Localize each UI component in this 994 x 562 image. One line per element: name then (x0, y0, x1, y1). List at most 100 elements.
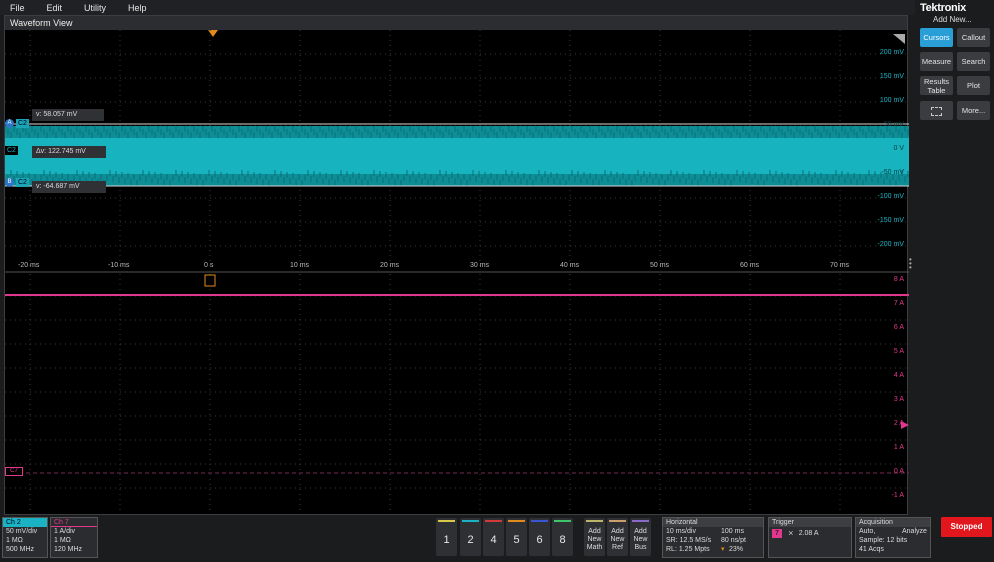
time-per-point: 80 ns/pt (721, 537, 746, 544)
add-math-label-1: Add (588, 528, 601, 535)
horizontal-duration: 100 ms (721, 528, 744, 535)
channel-4-label: 4 (490, 534, 497, 546)
results-table-label-2: Table (927, 86, 946, 95)
add-ref-label-3: Ref (612, 544, 623, 551)
x-label: 60 ms (740, 262, 760, 269)
y-label: -200 mV (877, 241, 904, 248)
y-label: 1 A (893, 444, 904, 451)
ch7-ground-tag[interactable]: C7 (5, 467, 23, 476)
ch2-ground-tag[interactable]: C2 (5, 146, 18, 155)
channel-6-label: 6 (536, 534, 543, 546)
x-label: 30 ms (470, 262, 490, 269)
add-bus-label-2: New (633, 536, 648, 543)
menu-bar: File Edit Utility Help (0, 0, 915, 15)
channel-2-label: 2 (467, 534, 474, 546)
search-button[interactable]: Search (957, 52, 990, 71)
add-bus-label-3: Bus (634, 544, 647, 551)
run-stop-button[interactable]: Stopped (941, 517, 992, 537)
panel-resize-handle[interactable]: • • • (909, 256, 913, 272)
callout-button[interactable]: Callout (957, 28, 990, 47)
trigger-header: Trigger (769, 518, 851, 527)
settings-bar: Ch 2 50 mV/div 1 MΩ 500 MHz Ch 7 1 A/div… (0, 515, 994, 559)
results-table-button[interactable]: Results Table (920, 76, 953, 95)
cursor-b-readout: v: -64.687 mV (32, 181, 106, 193)
acquisition-sample: Sample: 12 bits (859, 537, 908, 544)
y-label: 0 V (893, 145, 904, 152)
horizontal-header: Horizontal (663, 518, 763, 527)
zoom-corner-icon (893, 34, 905, 44)
y-label: -150 mV (877, 217, 904, 224)
y-label: -1 A (891, 492, 904, 499)
add-new-math-button[interactable]: Add New Math (584, 518, 605, 556)
cursor-b-channel-tag: C2 (16, 178, 29, 187)
x-label: 0 s (204, 262, 214, 269)
cursor-a-readout: v: 58.057 mV (32, 109, 104, 121)
x-label: 20 ms (380, 262, 400, 269)
channel-8-label: 8 (559, 534, 566, 546)
channel-6-button[interactable]: 6 (529, 518, 550, 556)
y-label: 4 A (893, 372, 904, 379)
horizontal-badge[interactable]: Horizontal 10 ms/div 100 ms SR: 12.5 MS/s… (662, 517, 764, 558)
x-label: -20 ms (18, 262, 40, 269)
y-label: -100 mV (877, 193, 904, 200)
record-length: RL: 1.25 Mpts (666, 546, 710, 553)
channel-2-button[interactable]: 2 (460, 518, 481, 556)
add-ref-label-2: New (610, 536, 625, 543)
brand-logo: Tektronix (920, 2, 966, 14)
y-label: 8 A (893, 276, 904, 283)
menu-edit[interactable]: Edit (47, 3, 63, 13)
acquisition-count: 41 Acqs (859, 546, 884, 553)
waveform-view: Waveform View 200 mV 150 mV 100 mV 50 mV… (4, 15, 909, 516)
trigger-level: 2.08 A (798, 530, 819, 537)
add-ref-label-1: Add (611, 528, 624, 535)
channel-5-label: 5 (513, 534, 520, 546)
channel-1-button[interactable]: 1 (436, 518, 457, 556)
menu-utility[interactable]: Utility (84, 3, 106, 13)
y-label: 3 A (893, 396, 904, 403)
trigger-badge[interactable]: Trigger 7 ⨯ 2.08 A (768, 517, 852, 558)
trigger-edge-icon: ⨯ (787, 530, 794, 537)
x-label: -10 ms (108, 262, 130, 269)
zoom-box-button[interactable] (920, 101, 953, 120)
right-panel: Tektronix Add New... Cursors Callout Mea… (915, 0, 994, 559)
cursor-a-channel-tag: C2 (16, 119, 29, 128)
horizontal-scale: 10 ms/div (666, 528, 696, 535)
channel-4-button[interactable]: 4 (483, 518, 504, 556)
add-new-ref-button[interactable]: Add New Ref (607, 518, 628, 556)
results-table-label-1: Results (923, 77, 949, 86)
acquisition-badge[interactable]: Acquisition Auto, Analyze Sample: 12 bits… (855, 517, 931, 558)
ch2-badge-header: Ch 2 (3, 518, 47, 527)
trigger-position-icon: ▾ (721, 546, 725, 553)
waveform-view-title: Waveform View (5, 16, 907, 30)
trigger-marker-lower (204, 274, 216, 287)
add-bus-label-1: Add (634, 528, 647, 535)
y-label: 200 mV (879, 49, 904, 56)
cursors-button[interactable]: Cursors (920, 28, 953, 47)
y-label: 7 A (893, 300, 904, 307)
acquisition-analyze: Analyze (902, 528, 927, 535)
plot-button[interactable]: Plot (957, 76, 990, 95)
ch7-bandwidth: 120 MHz (54, 546, 83, 553)
x-label: 70 ms (830, 262, 850, 269)
x-label: 40 ms (560, 262, 580, 269)
menu-file[interactable]: File (10, 3, 25, 13)
ch7-scale: 1 A/div (54, 528, 76, 535)
measure-button[interactable]: Measure (920, 52, 953, 71)
cursor-b-badge[interactable]: B (5, 178, 14, 187)
ch7-impedance: 1 MΩ (54, 537, 71, 544)
y-label: 0 A (893, 468, 904, 475)
zoom-box-icon (931, 106, 942, 116)
trigger-position-percent: 23% (729, 546, 744, 553)
ch7-badge[interactable]: Ch 7 1 A/div 1 MΩ 120 MHz (50, 517, 98, 558)
ch2-badge[interactable]: Ch 2 50 mV/div 1 MΩ 500 MHz (2, 517, 48, 558)
cursor-a-badge[interactable]: A (5, 119, 14, 128)
y-label: 100 mV (879, 97, 904, 104)
more-button[interactable]: More... (957, 101, 990, 120)
channel-8-button[interactable]: 8 (552, 518, 573, 556)
add-new-bus-button[interactable]: Add New Bus (630, 518, 651, 556)
x-label: 10 ms (290, 262, 310, 269)
y-label: 150 mV (879, 73, 904, 80)
menu-help[interactable]: Help (128, 3, 147, 13)
add-math-label-3: Math (586, 544, 603, 551)
channel-5-button[interactable]: 5 (506, 518, 527, 556)
